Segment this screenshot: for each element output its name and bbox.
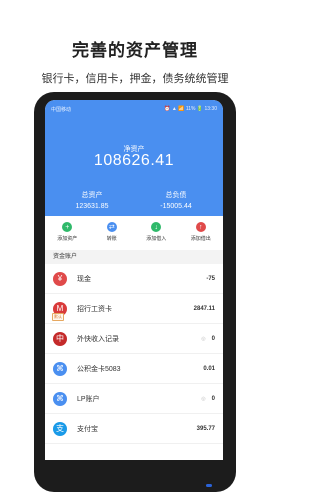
account-row[interactable]: ¥ 现金 -75	[45, 264, 223, 294]
account-name: 公积金卡5083	[77, 365, 121, 373]
action-label: 添加借出	[190, 236, 211, 242]
promo-subline: 银行卡，信用卡，押金，债务统统管理	[41, 73, 229, 85]
status-bar: 中国移动 ⏰ ▲ 📶 11% 🔋 13:30	[51, 104, 217, 114]
promo-headline: 完善的资产管理	[72, 41, 198, 60]
action-label: 添加借入	[146, 236, 167, 242]
lend-out-icon: ↑	[195, 222, 206, 232]
account-amount: 0.01	[203, 365, 215, 372]
account-name: 支付宝	[77, 425, 98, 433]
total-debts[interactable]: 总负债 -15005.44	[141, 190, 211, 210]
plus-circle-icon: +	[62, 222, 73, 232]
account-amount: 0	[211, 395, 215, 402]
app-screen: 中国移动 ⏰ ▲ 📶 11% 🔋 13:30 净资产 108626.41 总资产…	[45, 100, 223, 460]
account-row[interactable]: 中 外快收入记录 ◎ 0	[45, 324, 223, 354]
account-amount: 0	[211, 335, 215, 342]
hidden-toggle-icon[interactable]: ◎	[201, 396, 205, 402]
summary-panel: 中国移动 ⏰ ▲ 📶 11% 🔋 13:30 净资产 108626.41 总资产…	[45, 100, 223, 216]
hidden-toggle-icon[interactable]: ◎	[201, 336, 205, 342]
account-amount: 2847.11	[193, 305, 215, 312]
net-assets-value: 108626.41	[93, 152, 175, 169]
transfer-icon: ⇄	[106, 222, 117, 232]
action-plus-circle[interactable]: + 添加资产	[45, 216, 89, 242]
alipay-icon: 支	[53, 421, 67, 436]
carrier-label: 中国移动	[51, 106, 72, 113]
boc-bank-icon: 中	[53, 331, 67, 346]
account-name: 外快收入记录	[77, 335, 119, 343]
account-list: ¥ 现金 -75 M 默认 招行工资卡 2847.11 中外快收入记录 ◎ 0 ⌘ 公积金卡5083 0…	[45, 264, 223, 444]
account-row[interactable]: ⌘ LP账户 ◎ 0	[45, 384, 223, 414]
total-debts-label: 总负债	[165, 192, 187, 199]
cash-icon: ¥	[53, 271, 67, 286]
account-amount: 395.77	[196, 425, 215, 432]
nav-indicator	[206, 484, 212, 487]
total-debts-value: -15005.44	[160, 203, 192, 210]
total-assets[interactable]: 总资产 123631.85	[57, 190, 127, 210]
status-icons: ⏰ ▲ 📶 11% 🔋 13:30	[164, 106, 217, 112]
account-amount: -75	[206, 275, 215, 282]
account-row[interactable]: 支 支付宝 395.77	[45, 414, 223, 444]
fund-icon: ⌘	[53, 361, 67, 376]
borrow-in-icon: ↓	[151, 222, 162, 232]
action-label: 添加资产	[57, 236, 78, 242]
account-name: LP账户	[77, 395, 100, 403]
account-name: 招行工资卡	[77, 305, 112, 313]
default-badge: 默认	[52, 313, 64, 321]
account-name: 现金	[77, 275, 91, 283]
action-transfer[interactable]: ⇄ 转账	[90, 216, 134, 242]
lp-account-icon: ⌘	[53, 391, 67, 406]
action-lend-out[interactable]: ↑ 添加借出	[179, 216, 223, 242]
action-label: 转账	[106, 236, 117, 242]
action-bar: + 添加资产 ⇄ 转账 ↓ 添加借入 ↑ 添加借出	[45, 216, 223, 248]
account-row[interactable]: ⌘ 公积金卡5083 0.01	[45, 354, 223, 384]
total-assets-label: 总资产	[81, 192, 103, 199]
section-header-accounts: 资金账户	[45, 250, 223, 264]
account-row[interactable]: M 默认 招行工资卡 2847.11	[45, 294, 223, 324]
action-borrow-in[interactable]: ↓ 添加借入	[134, 216, 178, 242]
total-assets-value: 123631.85	[75, 203, 109, 210]
